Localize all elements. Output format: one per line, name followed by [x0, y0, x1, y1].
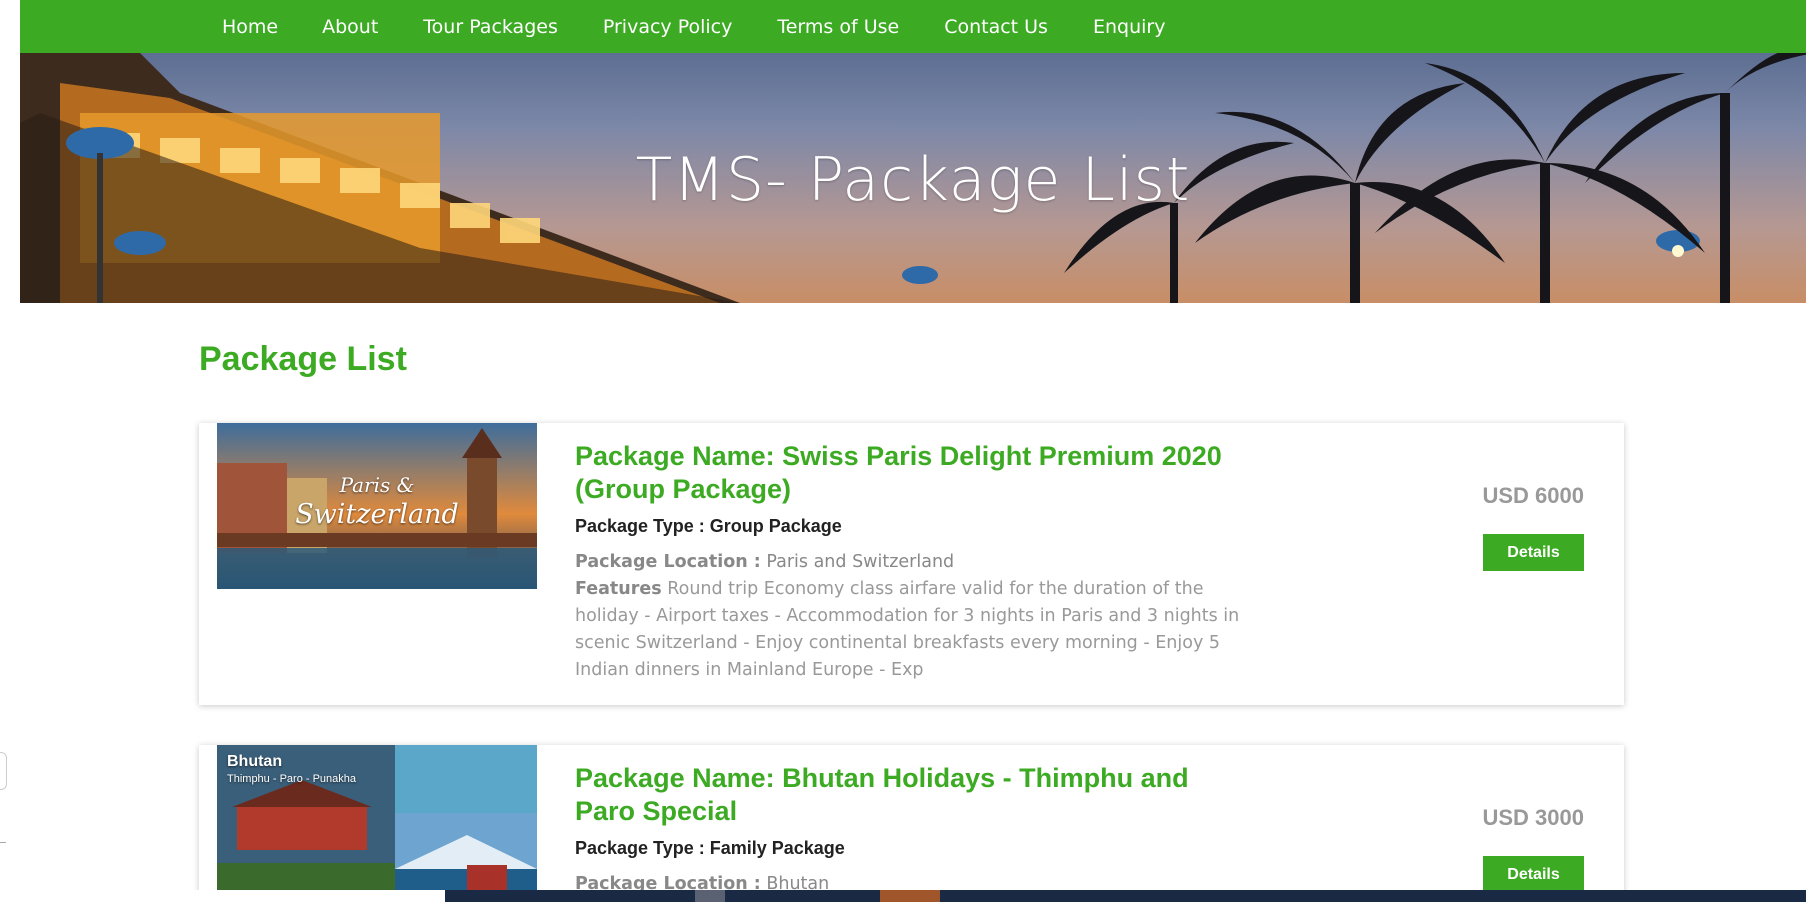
details-button[interactable]: Details [1483, 534, 1584, 571]
package-info: Package Name: Bhutan Holidays - Thimphu … [575, 762, 1245, 890]
browser-viewport: Home About Tour Packages Privacy Policy … [20, 0, 1806, 890]
package-name[interactable]: Package Name: Swiss Paris Delight Premiu… [575, 440, 1245, 506]
package-card: Paris & Switzerland Package Name: Swiss … [199, 423, 1624, 705]
package-location-label: Package Location : [575, 552, 761, 572]
package-features-value: Round trip Economy class airfare valid f… [575, 579, 1240, 680]
top-nav: Home About Tour Packages Privacy Policy … [20, 0, 1806, 53]
nav-contact-us[interactable]: Contact Us [944, 16, 1048, 38]
nav-enquiry[interactable]: Enquiry [1093, 16, 1165, 38]
package-price: USD 3000 [1482, 805, 1584, 830]
package-thumbnail[interactable]: Bhutan Thimphu - Paro - Punakha [217, 745, 537, 890]
package-card: Bhutan Thimphu - Paro - Punakha Package … [199, 745, 1624, 890]
thumb-caption-bottom: Thimphu - Paro - Punakha [227, 773, 357, 785]
nav-tour-packages[interactable]: Tour Packages [423, 16, 558, 38]
package-features: Features Round trip Economy class airfar… [575, 576, 1245, 684]
side-divider [0, 842, 6, 843]
side-tab-handle[interactable] [0, 752, 7, 790]
package-features-label: Features [575, 579, 662, 599]
nav-home[interactable]: Home [222, 16, 278, 38]
details-button[interactable]: Details [1483, 856, 1584, 890]
nav-privacy-policy[interactable]: Privacy Policy [603, 16, 732, 38]
package-location-value: Paris and Switzerland [766, 552, 955, 572]
package-thumbnail[interactable]: Paris & Switzerland [217, 423, 537, 589]
package-location: Package Location : Bhutan [575, 871, 1245, 890]
page-title: TMS- Package List [635, 145, 1191, 215]
package-info: Package Name: Swiss Paris Delight Premiu… [575, 440, 1245, 684]
package-type: Package Type : Group Package [575, 516, 842, 536]
package-price: USD 6000 [1482, 483, 1584, 508]
package-location-value: Bhutan [766, 874, 830, 890]
package-type: Package Type : Family Package [575, 838, 845, 858]
thumb-caption-top: Paris & [339, 473, 415, 497]
package-name[interactable]: Package Name: Bhutan Holidays - Thimphu … [575, 762, 1245, 828]
nav-about[interactable]: About [322, 16, 378, 38]
page-banner: TMS- Package List [20, 53, 1806, 303]
package-location-label: Package Location : [575, 874, 761, 890]
nav-terms-of-use[interactable]: Terms of Use [777, 16, 899, 38]
taskbar-strip [0, 890, 1806, 902]
thumb-caption-bottom: Switzerland [295, 499, 459, 530]
section-heading: Package List [199, 340, 407, 378]
thumb-caption-top: Bhutan [227, 753, 283, 770]
package-location: Package Location : Paris and Switzerland [575, 549, 1245, 576]
